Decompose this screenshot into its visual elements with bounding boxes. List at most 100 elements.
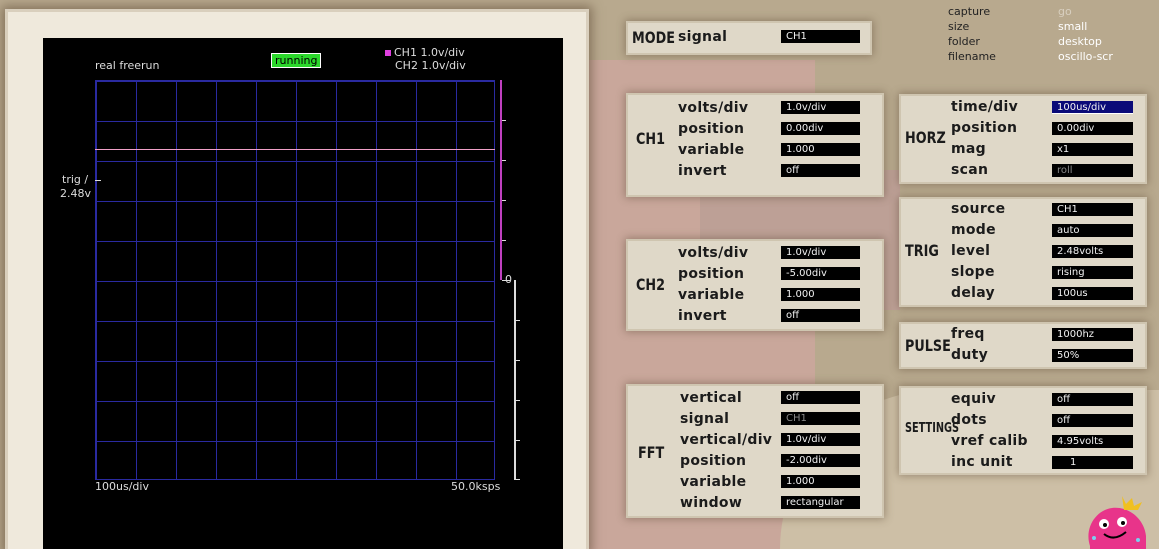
trig-label: trig / — [62, 173, 89, 186]
pulse-freq-value[interactable]: 1000hz — [1052, 328, 1133, 341]
ch1-position-value[interactable]: 0.00div — [781, 122, 860, 135]
fft-variable-label: variable — [680, 474, 747, 490]
running-indicator[interactable]: running — [271, 53, 322, 68]
ch1-trace — [95, 149, 495, 150]
ch2-volts-label: volts/div — [678, 245, 749, 261]
scope-display[interactable]: real freerun running CH1 1.0v/div CH2 1.… — [43, 38, 563, 549]
pulse-freq-label: freq — [951, 326, 985, 342]
folder-value[interactable]: desktop — [1058, 34, 1113, 49]
fft-signal-value[interactable]: CH1 — [781, 412, 860, 425]
ch1-volts-value[interactable]: 1.0v/div — [781, 101, 860, 114]
ch2-row-invert: invert off — [628, 307, 882, 328]
timebase-readout: 100us/div — [95, 480, 149, 493]
trig-delay-label: delay — [951, 285, 995, 301]
trig-slope-label: slope — [951, 264, 995, 280]
ch1-panel: CH1 volts/div 1.0v/div position 0.00div … — [628, 95, 882, 195]
legend-ch1: CH1 1.0v/div — [385, 46, 465, 59]
trig-row-source: source CH1 — [901, 200, 1145, 221]
settings-incunit-value[interactable]: 1 — [1052, 456, 1133, 469]
size-value[interactable]: small — [1058, 19, 1113, 34]
fft-window-value[interactable]: rectangular — [781, 496, 860, 509]
settings-incunit-label: inc unit — [951, 454, 1013, 470]
ch2-scale-tick — [516, 360, 520, 361]
fft-window-label: window — [680, 495, 743, 511]
ch2-row-variable: variable 1.000 — [628, 286, 882, 307]
horz-timediv-value[interactable]: 100us/div — [1052, 101, 1133, 114]
settings-vref-label: vref calib — [951, 433, 1028, 449]
trig-panel: TRIG source CH1 mode auto level 2.48volt… — [901, 199, 1145, 305]
settings-row-dots: dots off — [901, 411, 1145, 432]
horz-mag-label: mag — [951, 141, 986, 157]
ch1-invert-label: invert — [678, 163, 727, 179]
settings-row-incunit: inc unit 1 — [901, 453, 1145, 474]
ch2-invert-value[interactable]: off — [781, 309, 860, 322]
ch2-volts-value[interactable]: 1.0v/div — [781, 246, 860, 259]
settings-row-equiv: equiv off — [901, 390, 1145, 411]
fft-variable-value[interactable]: 1.000 — [781, 475, 860, 488]
ch1-color-swatch — [385, 50, 391, 56]
ch2-panel: CH2 volts/div 1.0v/div position -5.00div… — [628, 241, 882, 329]
ch2-position-value[interactable]: -5.00div — [781, 267, 860, 280]
ch2-variable-value[interactable]: 1.000 — [781, 288, 860, 301]
pulse-row-duty: duty 50% — [901, 346, 1145, 367]
trig-source-value[interactable]: CH1 — [1052, 203, 1133, 216]
ch1-row-variable: variable 1.000 — [628, 141, 882, 162]
settings-equiv-value[interactable]: off — [1052, 393, 1133, 406]
horz-panel: HORZ time/div 100us/div position 0.00div… — [901, 96, 1145, 182]
mode-signal-label: signal — [678, 29, 728, 45]
fft-vertical-value[interactable]: off — [781, 391, 860, 404]
filename-value[interactable]: oscillo-scr — [1058, 49, 1113, 64]
capture-label: capture — [948, 5, 991, 18]
trigger-marker — [95, 180, 101, 181]
ch2-invert-label: invert — [678, 308, 727, 324]
fft-position-value[interactable]: -2.00div — [781, 454, 860, 467]
ch2-scale — [514, 280, 516, 480]
ch2-scale-tick — [516, 479, 520, 480]
ch2-position-label: position — [678, 266, 745, 282]
horz-position-value[interactable]: 0.00div — [1052, 122, 1133, 135]
ch1-variable-value[interactable]: 1.000 — [781, 143, 860, 156]
horz-row-position: position 0.00div — [901, 119, 1145, 140]
pulse-panel: PULSE freq 1000hz duty 50% — [901, 324, 1145, 367]
horz-mag-value[interactable]: x1 — [1052, 143, 1133, 156]
ch1-row-position: position 0.00div — [628, 120, 882, 141]
trig-level-value[interactable]: 2.48volts — [1052, 245, 1133, 258]
horz-timediv-label: time/div — [951, 99, 1019, 115]
trig-level-label: level — [951, 243, 991, 259]
ch1-row-volts: volts/div 1.0v/div — [628, 99, 882, 120]
horz-scan-value[interactable]: roll — [1052, 164, 1133, 177]
trig-source-label: source — [951, 201, 1006, 217]
scope-grid — [95, 80, 495, 480]
trig-row-level: level 2.48volts — [901, 242, 1145, 263]
ch1-position-label: position — [678, 121, 745, 137]
fft-vertical-div-label: vertical/div — [680, 432, 773, 448]
fft-vertical-div-value[interactable]: 1.0v/div — [781, 433, 860, 446]
horz-row-mag: mag x1 — [901, 140, 1145, 161]
fft-row-signal: signal CH1 — [628, 410, 882, 431]
trig-mode-value[interactable]: auto — [1052, 224, 1133, 237]
settings-dots-value[interactable]: off — [1052, 414, 1133, 427]
fft-vertical-label: vertical — [680, 390, 742, 406]
pulse-duty-label: duty — [951, 347, 989, 363]
capture-values: go small desktop oscillo-scr — [1058, 4, 1113, 64]
ch1-scale-tick — [502, 120, 506, 121]
capture-go-button[interactable]: go — [1058, 4, 1113, 19]
ch1-scale-tick — [502, 160, 506, 161]
trig-delay-value[interactable]: 100us — [1052, 287, 1133, 300]
folder-label: folder — [948, 35, 980, 48]
ch1-scale-tick — [502, 240, 506, 241]
trig-slope-value[interactable]: rising — [1052, 266, 1133, 279]
zero-label: 0 — [505, 273, 512, 286]
pulse-duty-value[interactable]: 50% — [1052, 349, 1133, 362]
ch1-scale-tick — [502, 200, 506, 201]
mode-signal-value[interactable]: CH1 — [781, 30, 860, 43]
capture-labels: capture size folder filename — [948, 4, 996, 64]
ch2-scale-tick — [516, 320, 520, 321]
ch1-invert-value[interactable]: off — [781, 164, 860, 177]
fft-signal-label: signal — [680, 411, 730, 427]
settings-vref-value[interactable]: 4.95volts — [1052, 435, 1133, 448]
ch1-scale — [500, 80, 502, 280]
ch2-scale-tick — [516, 440, 520, 441]
settings-row-vref: vref calib 4.95volts — [901, 432, 1145, 453]
fft-row-vertical-div: vertical/div 1.0v/div — [628, 431, 882, 452]
